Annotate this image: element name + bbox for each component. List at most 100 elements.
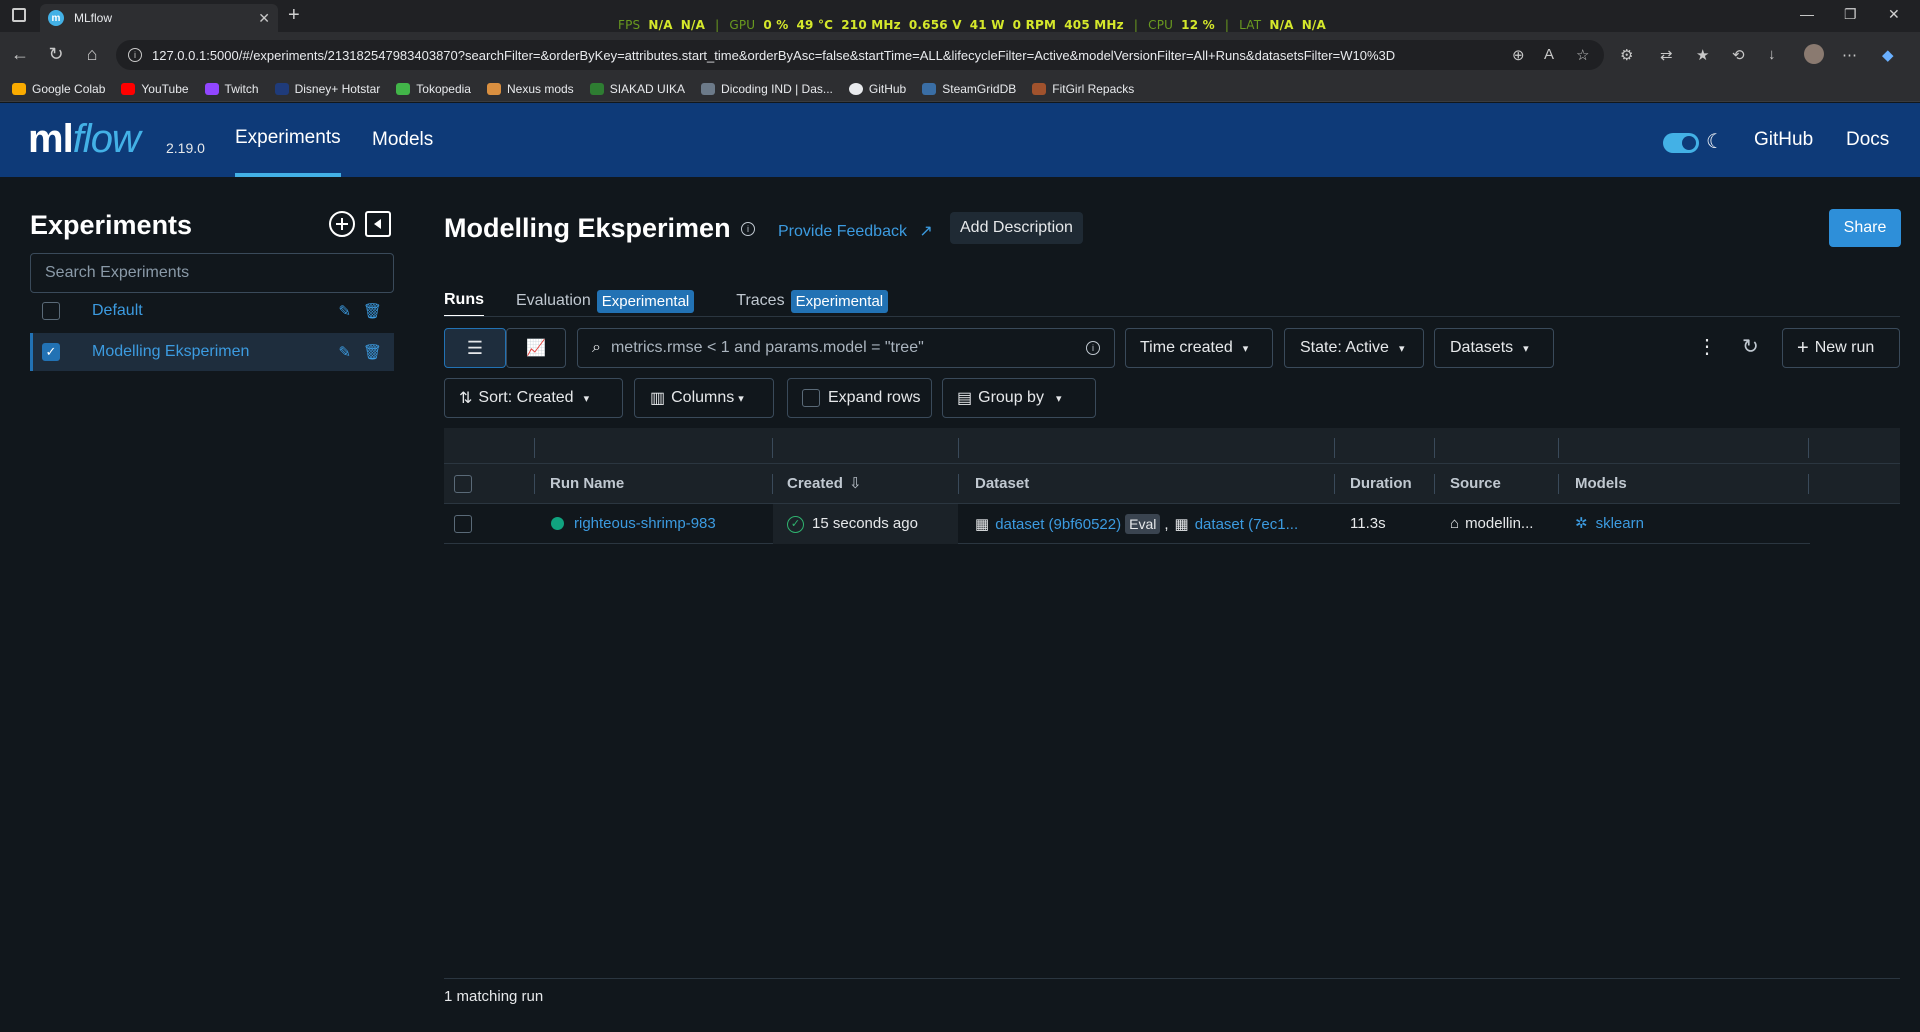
site-info-icon[interactable]: i xyxy=(128,48,142,62)
collapse-sidebar-icon[interactable] xyxy=(364,210,392,238)
dark-mode-toggle[interactable] xyxy=(1663,133,1699,153)
table-header: Run Name Created ⇩ Dataset Duration Sour… xyxy=(444,464,1900,504)
sort-desc-icon[interactable]: ⇩ xyxy=(849,474,862,492)
bookmark-tokopedia[interactable]: Tokopedia xyxy=(396,82,471,96)
run-name-link[interactable]: righteous-shrimp-983 xyxy=(574,504,716,544)
experiment-title: Modelling Eksperimen xyxy=(444,213,731,243)
bookmark-fitgirl[interactable]: FitGirl Repacks xyxy=(1032,82,1134,96)
column-header-dataset: Dataset xyxy=(975,475,1030,492)
tab-traces[interactable]: Traces Experimental xyxy=(736,289,889,313)
model-link[interactable]: sklearn xyxy=(1596,515,1644,532)
bookmark-steamgriddb[interactable]: SteamGridDB xyxy=(922,82,1016,96)
runs-search-input[interactable]: ⌕ metrics.rmse < 1 and params.model = "t… xyxy=(577,328,1115,368)
column-header-duration[interactable]: Duration xyxy=(1350,464,1412,504)
back-icon[interactable]: ← xyxy=(2,44,38,65)
history-icon[interactable]: ⟲ xyxy=(1732,46,1745,64)
sort-dropdown[interactable]: ⇅ Sort: Created ▾ xyxy=(444,378,623,418)
new-run-button[interactable]: + New run xyxy=(1782,328,1900,368)
search-help-icon[interactable]: i xyxy=(1086,341,1100,355)
download-icon[interactable]: ↓ xyxy=(1768,46,1776,63)
new-tab-icon[interactable]: + xyxy=(288,4,300,27)
mlflow-logo[interactable]: mlflow xyxy=(28,117,141,162)
edit-icon[interactable]: ✎ xyxy=(338,343,351,361)
read-aloud-icon[interactable]: A xyxy=(1544,46,1554,63)
refresh-icon[interactable]: ↻ xyxy=(1742,334,1759,359)
more-options-icon[interactable]: ⋮ xyxy=(1697,334,1717,359)
nav-experiments[interactable]: Experiments xyxy=(235,103,341,177)
browser-tab[interactable]: m MLflow ✕ xyxy=(40,4,278,32)
nav-models[interactable]: Models xyxy=(372,103,433,177)
restore-icon[interactable]: ❐ xyxy=(1844,6,1857,23)
table-view-button[interactable]: ☰ xyxy=(444,328,506,368)
delete-icon[interactable]: 🗑 xyxy=(363,302,382,320)
translate-icon[interactable]: ⇄ xyxy=(1660,46,1673,64)
time-created-dropdown[interactable]: Time created ▾ xyxy=(1125,328,1273,368)
chart-view-icon: 📈 xyxy=(526,340,546,357)
bookmark-youtube[interactable]: YouTube xyxy=(121,82,189,96)
experiment-checkbox[interactable] xyxy=(42,302,60,320)
home-icon[interactable]: ⌂ xyxy=(74,44,110,65)
experiment-name[interactable]: Default xyxy=(92,302,338,320)
add-experiment-icon[interactable] xyxy=(328,210,356,238)
delete-icon[interactable]: 🗑 xyxy=(363,343,382,361)
favorite-icon[interactable]: ☆ xyxy=(1576,46,1589,64)
run-color-dot[interactable] xyxy=(551,517,564,530)
state-dropdown[interactable]: State: Active ▾ xyxy=(1284,328,1424,368)
copilot-icon[interactable]: ◆ xyxy=(1882,46,1894,64)
minimize-icon[interactable]: — xyxy=(1800,6,1814,22)
search-experiments-input[interactable]: Search Experiments xyxy=(30,253,394,293)
bookmark-nexus-mods[interactable]: Nexus mods xyxy=(486,82,574,96)
favorites-icon[interactable]: ★ xyxy=(1696,46,1709,64)
experiment-name[interactable]: Modelling Eksperimen xyxy=(92,343,338,361)
row-checkbox[interactable] xyxy=(454,515,472,533)
close-tab-icon[interactable]: ✕ xyxy=(258,10,270,27)
column-header-run-name[interactable]: Run Name xyxy=(550,464,624,504)
profile-avatar[interactable] xyxy=(1804,44,1824,64)
expand-rows-checkbox[interactable] xyxy=(802,389,820,407)
tab-actions-icon[interactable] xyxy=(12,8,26,22)
group-by-dropdown[interactable]: ▤ Group by ▾ xyxy=(942,378,1096,418)
reload-icon[interactable]: ↻ xyxy=(38,44,74,65)
add-description-button[interactable]: Add Description xyxy=(950,212,1083,244)
bookmark-google-colab[interactable]: Google Colab xyxy=(12,82,105,96)
info-icon[interactable]: i xyxy=(741,222,755,236)
column-header-source[interactable]: Source xyxy=(1450,464,1501,504)
source-cell[interactable]: ⌂ modellin... xyxy=(1450,504,1533,544)
select-all-checkbox[interactable] xyxy=(454,475,472,493)
bookmark-hotstar[interactable]: Disney+ Hotstar xyxy=(274,82,380,96)
footer-divider xyxy=(444,978,1900,979)
more-menu-icon[interactable]: ⋯ xyxy=(1842,46,1857,64)
columns-dropdown[interactable]: ▥ Columns ▾ xyxy=(634,378,774,418)
close-window-icon[interactable]: ✕ xyxy=(1888,6,1900,23)
tab-runs[interactable]: Runs xyxy=(444,291,484,317)
moon-icon: ☾ xyxy=(1706,131,1724,153)
bookmark-twitch[interactable]: Twitch xyxy=(204,82,259,96)
share-button[interactable]: Share xyxy=(1829,209,1901,247)
zoom-icon[interactable]: ⊕ xyxy=(1512,46,1525,64)
group-by-icon: ▤ xyxy=(957,390,973,407)
plus-icon: + xyxy=(1797,336,1809,359)
experiment-checkbox-checked[interactable]: ✓ xyxy=(42,343,60,361)
datasets-dropdown[interactable]: Datasets ▾ xyxy=(1434,328,1554,368)
youtube-icon xyxy=(121,82,136,95)
expand-rows-toggle[interactable]: Expand rows xyxy=(787,378,932,418)
column-header-models: Models xyxy=(1575,475,1627,492)
github-link[interactable]: GitHub xyxy=(1754,103,1813,177)
url-text[interactable]: 127.0.0.1:5000/#/experiments/21318254798… xyxy=(152,48,1482,63)
experiment-item-modelling[interactable]: ✓ Modelling Eksperimen ✎ 🗑 xyxy=(30,333,394,371)
experiment-item-default[interactable]: Default ✎ 🗑 xyxy=(30,292,394,330)
bookmark-siakad[interactable]: SIAKAD UIKA xyxy=(589,82,685,96)
edit-icon[interactable]: ✎ xyxy=(338,302,351,320)
tab-evaluation[interactable]: Evaluation Experimental xyxy=(516,289,695,313)
bookmark-github[interactable]: GitHub xyxy=(848,82,906,96)
docs-link[interactable]: Docs xyxy=(1846,103,1889,177)
dataset-link[interactable]: dataset (7ec1... xyxy=(1195,516,1298,533)
address-bar[interactable]: i 127.0.0.1:5000/#/experiments/213182547… xyxy=(116,40,1604,70)
dataset-link[interactable]: dataset (9bf60522) xyxy=(995,516,1121,533)
extensions-icon[interactable]: ⚙ xyxy=(1620,46,1633,64)
provide-feedback-link[interactable]: Provide Feedback ↗ xyxy=(778,221,933,241)
bookmark-dicoding[interactable]: Dicoding IND | Das... xyxy=(701,82,833,96)
column-header-created[interactable]: Created xyxy=(787,464,843,504)
chart-view-button[interactable]: 📈 xyxy=(506,328,566,368)
table-row[interactable]: righteous-shrimp-983 ✓ 15 seconds ago ▦ da… xyxy=(444,504,1810,544)
